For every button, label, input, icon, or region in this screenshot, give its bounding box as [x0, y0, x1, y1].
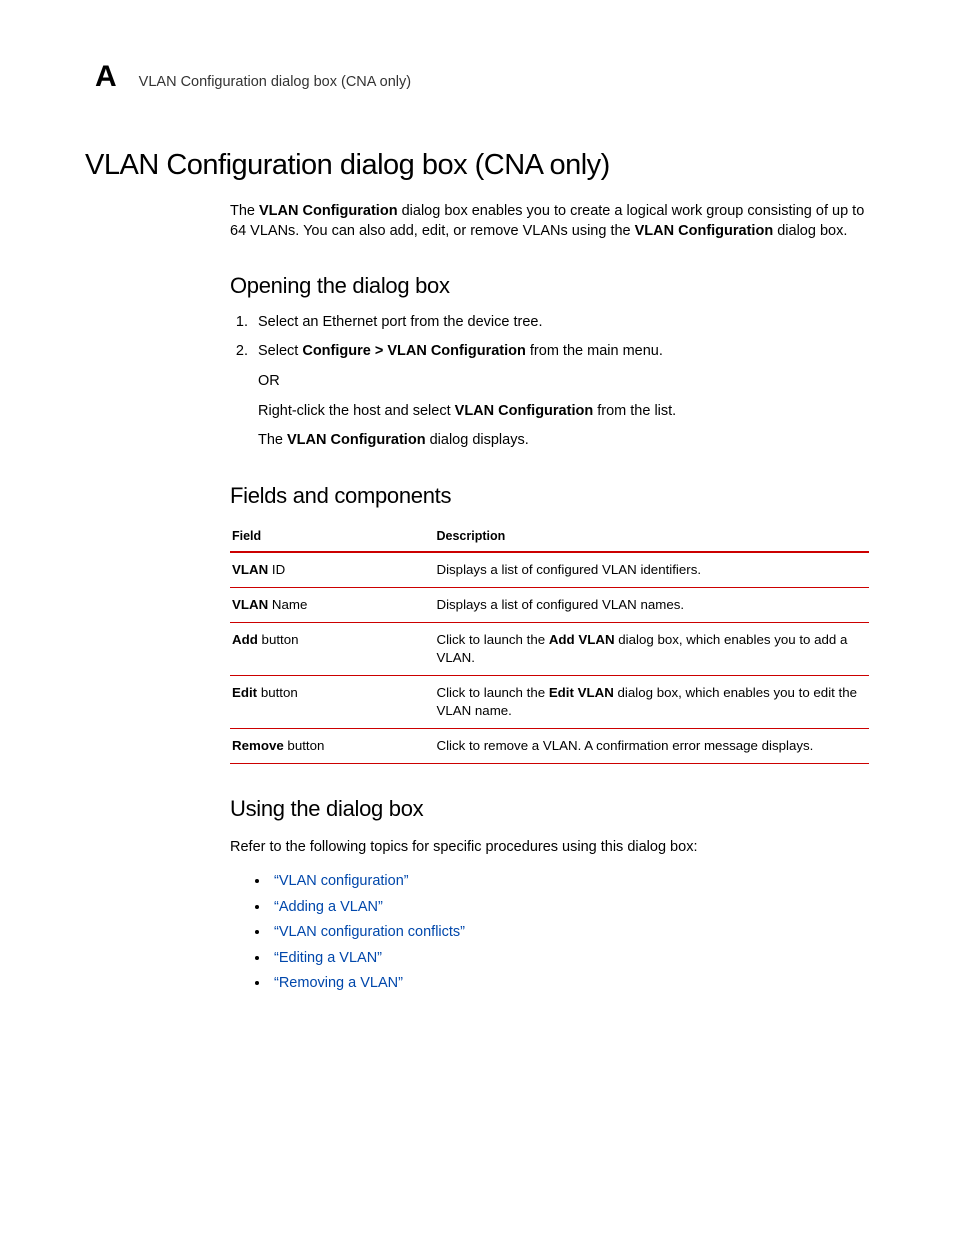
- step-2-or: OR: [258, 372, 869, 392]
- topic-links: “VLAN configuration” “Adding a VLAN” “VL…: [230, 872, 869, 994]
- using-intro: Refer to the following topics for specif…: [230, 838, 869, 858]
- fields-tbody: VLAN ID Displays a list of configured VL…: [230, 552, 869, 763]
- table-row: VLAN ID Displays a list of configured VL…: [230, 552, 869, 587]
- step-2-result: The VLAN Configuration dialog displays.: [258, 431, 869, 451]
- list-item: “VLAN configuration”: [270, 872, 869, 892]
- table-row: Remove button Click to remove a VLAN. A …: [230, 728, 869, 763]
- list-item: “Editing a VLAN”: [270, 949, 869, 969]
- step-2: Select Configure > VLAN Configuration fr…: [252, 342, 869, 450]
- table-header-row: Field Description: [230, 522, 869, 552]
- link-vlan-configuration[interactable]: “VLAN configuration”: [274, 873, 409, 889]
- step-1: Select an Ethernet port from the device …: [252, 313, 869, 333]
- fields-table: Field Description VLAN ID Displays a lis…: [230, 522, 869, 763]
- col-description: Description: [434, 522, 869, 552]
- appendix-letter: A: [95, 60, 117, 94]
- using-heading: Using the dialog box: [230, 794, 869, 824]
- col-field: Field: [230, 522, 434, 552]
- table-row: VLAN Name Displays a list of configured …: [230, 588, 869, 623]
- fields-heading: Fields and components: [230, 481, 869, 511]
- body: The VLAN Configuration dialog box enable…: [230, 202, 869, 994]
- page: A VLAN Configuration dialog box (CNA onl…: [0, 0, 954, 1235]
- link-editing-vlan[interactable]: “Editing a VLAN”: [274, 950, 382, 966]
- page-title: VLAN Configuration dialog box (CNA only): [85, 149, 869, 182]
- link-adding-vlan[interactable]: “Adding a VLAN”: [274, 899, 383, 915]
- running-header: A VLAN Configuration dialog box (CNA onl…: [95, 60, 869, 94]
- intro-paragraph: The VLAN Configuration dialog box enable…: [230, 202, 869, 241]
- link-vlan-conflicts[interactable]: “VLAN configuration conflicts”: [274, 924, 465, 940]
- opening-heading: Opening the dialog box: [230, 271, 869, 301]
- table-row: Add button Click to launch the Add VLAN …: [230, 623, 869, 676]
- table-row: Edit button Click to launch the Edit VLA…: [230, 675, 869, 728]
- list-item: “Removing a VLAN”: [270, 974, 869, 994]
- step-2-alt: Right-click the host and select VLAN Con…: [258, 402, 869, 422]
- list-item: “VLAN configuration conflicts”: [270, 923, 869, 943]
- running-head-text: VLAN Configuration dialog box (CNA only): [139, 74, 411, 90]
- link-removing-vlan[interactable]: “Removing a VLAN”: [274, 975, 403, 991]
- list-item: “Adding a VLAN”: [270, 898, 869, 918]
- opening-steps: Select an Ethernet port from the device …: [230, 313, 869, 451]
